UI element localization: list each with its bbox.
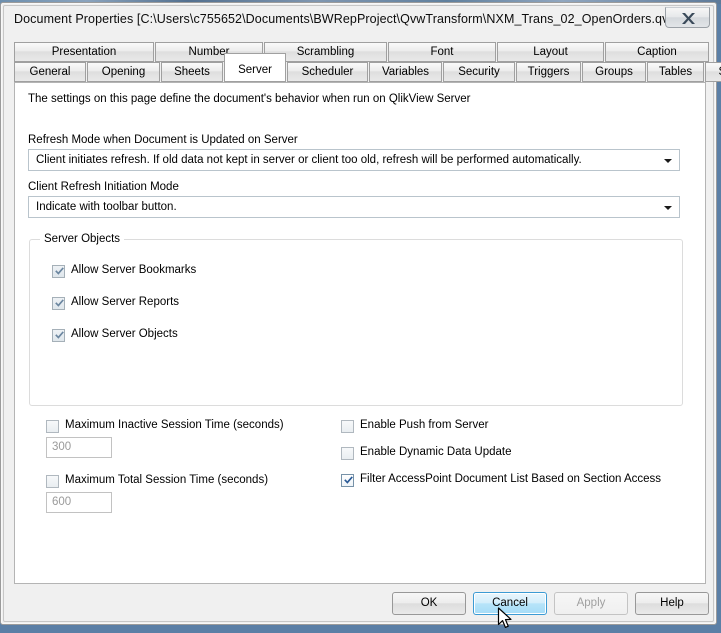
server-settings-panel: The settings on this page define the doc… <box>14 82 706 584</box>
checkbox-label: Allow Server Bookmarks <box>71 264 197 276</box>
document-properties-dialog: Document Properties [C:\Users\c755652\Do… <box>0 2 721 625</box>
tab-triggers[interactable]: Triggers <box>516 62 581 82</box>
tab-font[interactable]: Font <box>388 42 496 62</box>
ok-button[interactable]: OK <box>392 592 466 615</box>
tab-row-top: Presentation Number Scrambling Font Layout Ca… <box>14 42 710 63</box>
checkbox-checked-icon[interactable] <box>52 297 65 310</box>
tab-layout[interactable]: Layout <box>497 42 604 62</box>
tab-security[interactable]: Security <box>443 62 515 82</box>
title-bar[interactable]: Document Properties [C:\Users\c755652\Do… <box>4 6 715 36</box>
client-refresh-mode-dropdown[interactable]: Indicate with toolbar button. <box>28 196 680 218</box>
tab-opening[interactable]: Opening <box>87 62 160 82</box>
server-objects-group: Server Objects Allow Server Bookmarks All… <box>29 233 683 406</box>
dialog-footer: OK Cancel Apply Help <box>4 584 715 623</box>
tab-sheets[interactable]: Sheets <box>161 62 223 82</box>
tab-groups[interactable]: Groups <box>582 62 646 82</box>
tab-presentation[interactable]: Presentation <box>14 42 154 62</box>
checkbox-unchecked-icon[interactable] <box>341 420 354 433</box>
max-total-input[interactable]: 600 <box>46 492 112 513</box>
checkbox-label: Allow Server Reports <box>71 296 180 308</box>
cancel-button[interactable]: Cancel <box>473 592 547 615</box>
checkbox-label: Allow Server Objects <box>71 328 178 340</box>
checkbox-label: Maximum Inactive Session Time (seconds) <box>65 419 284 431</box>
chevron-down-icon <box>664 159 672 163</box>
refresh-mode-dropdown[interactable]: Client initiates refresh. If old data no… <box>28 149 680 171</box>
tab-strip: Presentation Number Scrambling Font Layout Ca… <box>14 39 721 83</box>
refresh-mode-label: Refresh Mode when Document is Updated on… <box>28 134 298 146</box>
apply-button: Apply <box>554 592 628 615</box>
server-objects-legend: Server Objects <box>40 233 125 245</box>
client-refresh-mode-label: Client Refresh Initiation Mode <box>28 181 179 193</box>
tab-general[interactable]: General <box>14 62 86 82</box>
tab-sort[interactable]: Sort <box>705 62 721 82</box>
checkbox-checked-icon[interactable] <box>341 474 354 487</box>
checkbox-checked-icon[interactable] <box>52 329 65 342</box>
checkbox-unchecked-icon[interactable] <box>341 447 354 460</box>
client-refresh-mode-value: Indicate with toolbar button. <box>36 201 177 213</box>
help-button[interactable]: Help <box>635 592 709 615</box>
checkbox-label: Enable Push from Server <box>360 419 489 431</box>
dialog-title: Document Properties [C:\Users\c755652\Do… <box>14 12 682 26</box>
chevron-down-icon <box>664 206 672 210</box>
checkbox-label: Filter AccessPoint Document List Based o… <box>360 473 662 485</box>
checkbox-checked-icon[interactable] <box>52 265 65 278</box>
tab-caption[interactable]: Caption <box>605 42 709 62</box>
tab-row-bottom: General Opening Sheets Server Scheduler Varia… <box>14 53 721 83</box>
close-button[interactable] <box>665 7 710 28</box>
tab-variables[interactable]: Variables <box>369 62 442 82</box>
tab-scheduler[interactable]: Scheduler <box>287 62 368 82</box>
max-inactive-input[interactable]: 300 <box>46 437 112 458</box>
checkbox-label: Maximum Total Session Time (seconds) <box>65 474 269 486</box>
dialog-inner-frame: Document Properties [C:\Users\c755652\Do… <box>3 5 721 623</box>
tab-server[interactable]: Server <box>224 53 286 82</box>
checkbox-unchecked-icon[interactable] <box>46 420 59 433</box>
page-description: The settings on this page define the doc… <box>28 93 471 105</box>
checkbox-label: Enable Dynamic Data Update <box>360 446 512 458</box>
checkbox-unchecked-icon[interactable] <box>46 475 59 488</box>
tab-tables[interactable]: Tables <box>647 62 704 82</box>
refresh-mode-value: Client initiates refresh. If old data no… <box>36 154 582 166</box>
